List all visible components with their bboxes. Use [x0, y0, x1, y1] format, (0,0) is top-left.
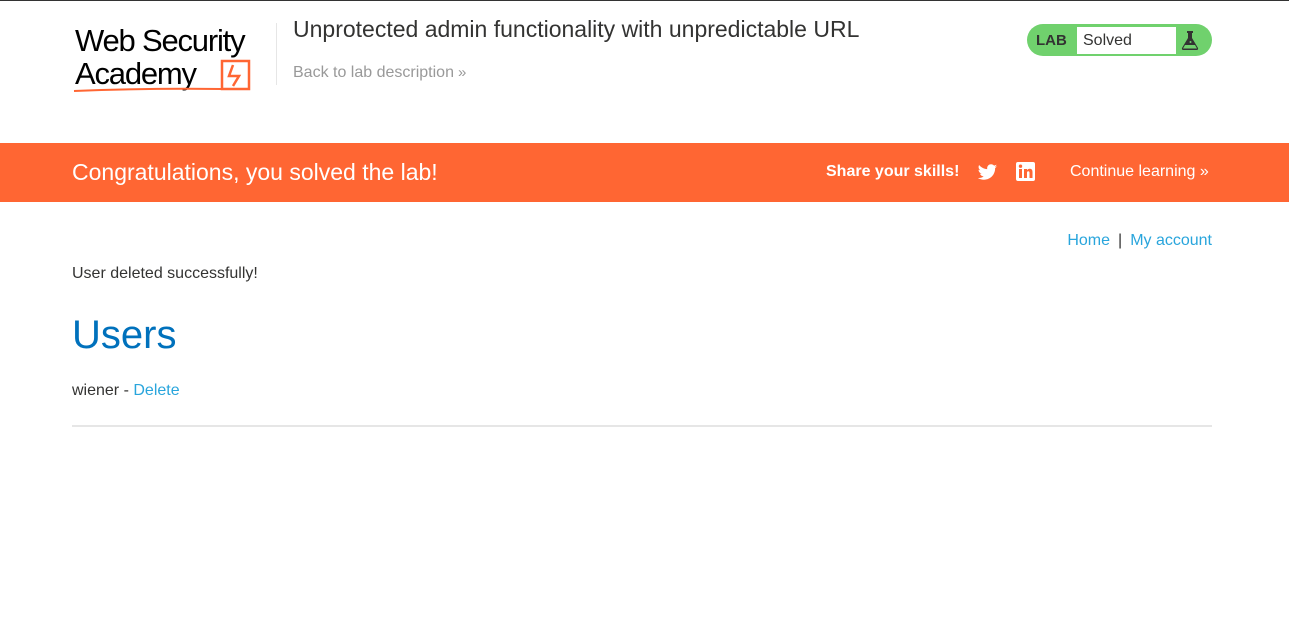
- lab-title: Unprotected admin functionality with unp…: [293, 16, 860, 42]
- lab-status-badge: LAB Solved: [1027, 24, 1212, 56]
- users-heading: Users: [72, 313, 177, 357]
- lab-status-box: Solved: [1077, 26, 1176, 54]
- continue-learning-link[interactable]: Continue learning »: [1070, 163, 1209, 181]
- chevron-right-icon: »: [457, 64, 467, 81]
- username: wiener: [72, 382, 120, 399]
- my-account-link[interactable]: My account: [1130, 232, 1212, 249]
- user-row: wiener - Delete: [72, 382, 180, 400]
- twitter-icon[interactable]: [977, 162, 998, 183]
- lab-status-text: Solved: [1083, 32, 1132, 49]
- linkedin-icon[interactable]: [1016, 162, 1035, 181]
- congratulations-banner: Congratulations, you solved the lab! Sha…: [0, 143, 1289, 202]
- header: Web Security Academy Unprotected admin f…: [0, 1, 1289, 143]
- congratulations-message: Congratulations, you solved the lab!: [72, 159, 438, 185]
- share-your-skills-label: Share your skills!: [826, 163, 960, 180]
- status-message: User deleted successfully!: [72, 265, 258, 282]
- delete-user-link[interactable]: Delete: [133, 382, 179, 399]
- divider: [72, 425, 1212, 427]
- svg-text:Web Security: Web Security: [75, 23, 246, 58]
- nav-separator: |: [1118, 232, 1123, 249]
- web-security-academy-logo[interactable]: Web Security Academy: [72, 21, 277, 96]
- user-separator: -: [119, 382, 134, 399]
- svg-text:Academy: Academy: [75, 56, 198, 91]
- continue-learning-label: Continue learning: [1070, 163, 1196, 180]
- chevron-right-icon: »: [1199, 163, 1209, 180]
- logo-divider: [276, 23, 277, 85]
- top-nav: Home | My account: [1067, 232, 1212, 250]
- back-to-lab-description-link[interactable]: Back to lab description»: [293, 64, 466, 82]
- lab-label: LAB: [1036, 32, 1067, 49]
- back-link-label: Back to lab description: [293, 64, 454, 81]
- flask-icon: [1181, 31, 1199, 50]
- home-link[interactable]: Home: [1067, 232, 1110, 249]
